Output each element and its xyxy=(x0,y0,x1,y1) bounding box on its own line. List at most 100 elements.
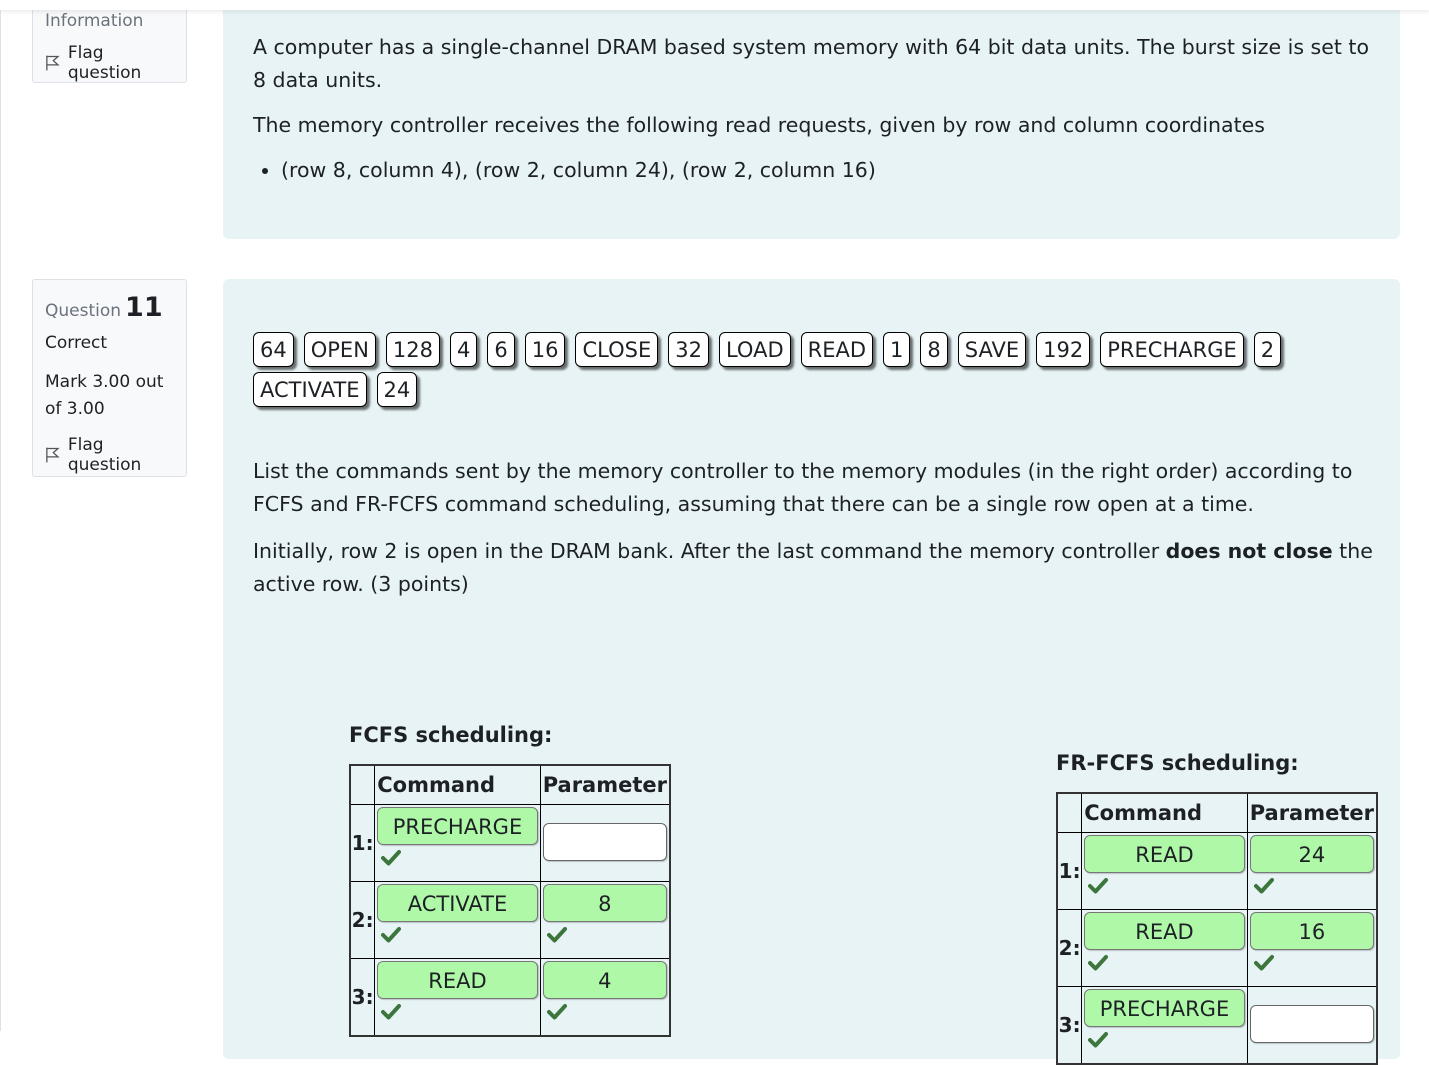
drag-item[interactable]: ACTIVATE xyxy=(253,372,367,407)
frfcfs-row-number: 3: xyxy=(1056,986,1083,1064)
frfcfs-header-index xyxy=(1056,792,1083,833)
check-icon xyxy=(1088,878,1109,894)
request-list: (row 8, column 4), (row 2, column 24), (… xyxy=(253,154,1370,187)
drag-item[interactable]: 16 xyxy=(524,332,566,367)
request-list-item: (row 8, column 4), (row 2, column 24), (… xyxy=(281,154,1370,187)
flag-question-label: Flag question xyxy=(67,435,142,475)
left-drawer-border xyxy=(0,0,1,1031)
drag-item[interactable]: 32 xyxy=(668,332,709,367)
check-icon xyxy=(1253,878,1274,894)
frfcfs-command-cell: READ xyxy=(1081,909,1248,987)
flag-outline-icon xyxy=(46,447,60,463)
drag-item[interactable]: CLOSE xyxy=(575,332,659,367)
check-icon xyxy=(1253,955,1274,971)
command-drop-zone[interactable]: READ xyxy=(1084,912,1245,950)
fcfs-parameter-cell xyxy=(539,804,671,882)
check-icon xyxy=(381,1004,402,1020)
check-icon xyxy=(546,1004,567,1020)
question-mark: Mark 3.00 out of 3.00 xyxy=(45,372,164,419)
fcfs-header-index xyxy=(349,764,376,805)
fcfs-row-number: 3: xyxy=(349,958,376,1036)
frfcfs-header-parameter: Parameter xyxy=(1246,792,1378,833)
frfcfs-parameter-cell: 24 xyxy=(1246,832,1378,910)
frfcfs-row: 1: READ 24 xyxy=(1056,832,1378,910)
parameter-drop-zone[interactable] xyxy=(1249,1005,1374,1043)
frfcfs-parameter-cell: 16 xyxy=(1246,909,1378,987)
question-label: Question xyxy=(45,301,122,321)
drag-item[interactable]: PRECHARGE xyxy=(1100,332,1244,367)
frfcfs-row: 3: PRECHARGE xyxy=(1056,986,1378,1064)
parameter-drop-zone[interactable]: 24 xyxy=(1249,835,1374,873)
fcfs-header-command: Command xyxy=(374,764,541,805)
frfcfs-command-cell: PRECHARGE xyxy=(1081,986,1248,1064)
fcfs-table: Command Parameter 1: PRECHARGE 2: ACTIVATE 8… xyxy=(349,764,671,1037)
parameter-drop-zone[interactable]: 16 xyxy=(1249,912,1374,950)
drag-item[interactable]: OPEN xyxy=(303,332,376,367)
drag-item[interactable]: 64 xyxy=(253,332,294,367)
check-icon xyxy=(381,850,402,866)
flag-question-link[interactable]: Flag question xyxy=(45,435,174,475)
fcfs-command-cell: PRECHARGE xyxy=(374,804,541,882)
command-drop-zone[interactable]: READ xyxy=(377,961,538,999)
information-content: A computer has a single-channel DRAM bas… xyxy=(223,0,1400,239)
drag-item[interactable]: 192 xyxy=(1036,332,1091,367)
question-paragraph-2-start: Initially, row 2 is open in the DRAM ban… xyxy=(253,539,1166,563)
frfcfs-command-cell: READ xyxy=(1081,832,1248,910)
drag-item[interactable]: READ xyxy=(800,332,874,367)
fcfs-row: 3: READ 4 xyxy=(349,958,671,1036)
drag-item[interactable]: 1 xyxy=(883,332,911,367)
check-icon xyxy=(1088,955,1109,971)
fcfs-title: FCFS scheduling: xyxy=(349,723,553,747)
fcfs-header-parameter: Parameter xyxy=(539,764,671,805)
question-paragraph-2: Initially, row 2 is open in the DRAM ban… xyxy=(253,535,1373,601)
drag-item[interactable]: 4 xyxy=(450,332,478,367)
frfcfs-row-number: 2: xyxy=(1056,909,1083,987)
fcfs-parameter-cell: 8 xyxy=(539,881,671,959)
drag-item[interactable]: LOAD xyxy=(718,332,791,367)
parameter-drop-zone[interactable]: 8 xyxy=(542,884,667,922)
parameter-drop-zone[interactable] xyxy=(542,823,667,861)
flag-question-link[interactable]: Flag question xyxy=(45,43,174,83)
fcfs-command-cell: READ xyxy=(374,958,541,1036)
frfcfs-row-number: 1: xyxy=(1056,832,1083,910)
question-number: Question 11 xyxy=(45,292,174,323)
fcfs-row: 1: PRECHARGE xyxy=(349,804,671,882)
fcfs-parameter-cell: 4 xyxy=(539,958,671,1036)
question-status: Correct xyxy=(45,333,108,353)
flag-question-label: Flag question xyxy=(67,43,142,83)
frfcfs-title: FR-FCFS scheduling: xyxy=(1056,751,1299,775)
command-drop-zone[interactable]: ACTIVATE xyxy=(377,884,538,922)
fcfs-row-number: 1: xyxy=(349,804,376,882)
question-number-value: 11 xyxy=(125,292,163,323)
check-icon xyxy=(1088,1032,1109,1048)
command-drop-zone[interactable]: READ xyxy=(1084,835,1245,873)
command-drop-zone[interactable]: PRECHARGE xyxy=(1084,989,1245,1027)
question-paragraph-2-bold: does not close xyxy=(1165,539,1333,563)
frfcfs-row: 2: READ 16 xyxy=(1056,909,1378,987)
question-paragraph-1: List the commands sent by the memory con… xyxy=(253,459,1353,516)
info-paragraph-1: A computer has a single-channel DRAM bas… xyxy=(253,35,1369,92)
question-info-card: Question 11 Correct Mark 3.00 out of 3.00… xyxy=(32,279,187,477)
fcfs-command-cell: ACTIVATE xyxy=(374,881,541,959)
fcfs-row-number: 2: xyxy=(349,881,376,959)
frfcfs-header-command: Command xyxy=(1081,792,1248,833)
drag-item[interactable]: 2 xyxy=(1253,332,1282,367)
drag-item[interactable]: 128 xyxy=(385,332,440,367)
drag-items-area: 64 OPEN 128 4 6 16 CLOSE 32 LOAD READ 1 8 SAVE 192 PRE… xyxy=(253,332,1373,412)
info-paragraph-2: The memory controller receives the follo… xyxy=(253,113,1265,137)
drag-item[interactable]: SAVE xyxy=(957,332,1027,367)
top-navbar-edge xyxy=(0,0,1429,10)
drag-item[interactable]: 24 xyxy=(376,372,418,407)
flag-outline-icon xyxy=(46,55,60,71)
question-content: 64 OPEN 128 4 6 16 CLOSE 32 LOAD READ 1 8 SAVE 192 PRE… xyxy=(223,279,1400,1065)
frfcfs-table: Command Parameter 1: READ 24 2: READ 16 3: PREC… xyxy=(1056,792,1378,1065)
command-drop-zone[interactable]: PRECHARGE xyxy=(377,807,538,845)
drag-item[interactable]: 8 xyxy=(920,332,948,367)
fcfs-row: 2: ACTIVATE 8 xyxy=(349,881,671,959)
drag-item[interactable]: 6 xyxy=(487,332,515,367)
check-icon xyxy=(381,927,402,943)
parameter-drop-zone[interactable]: 4 xyxy=(542,961,667,999)
frfcfs-parameter-cell xyxy=(1246,986,1378,1064)
check-icon xyxy=(546,927,567,943)
info-label: Information xyxy=(45,11,144,31)
